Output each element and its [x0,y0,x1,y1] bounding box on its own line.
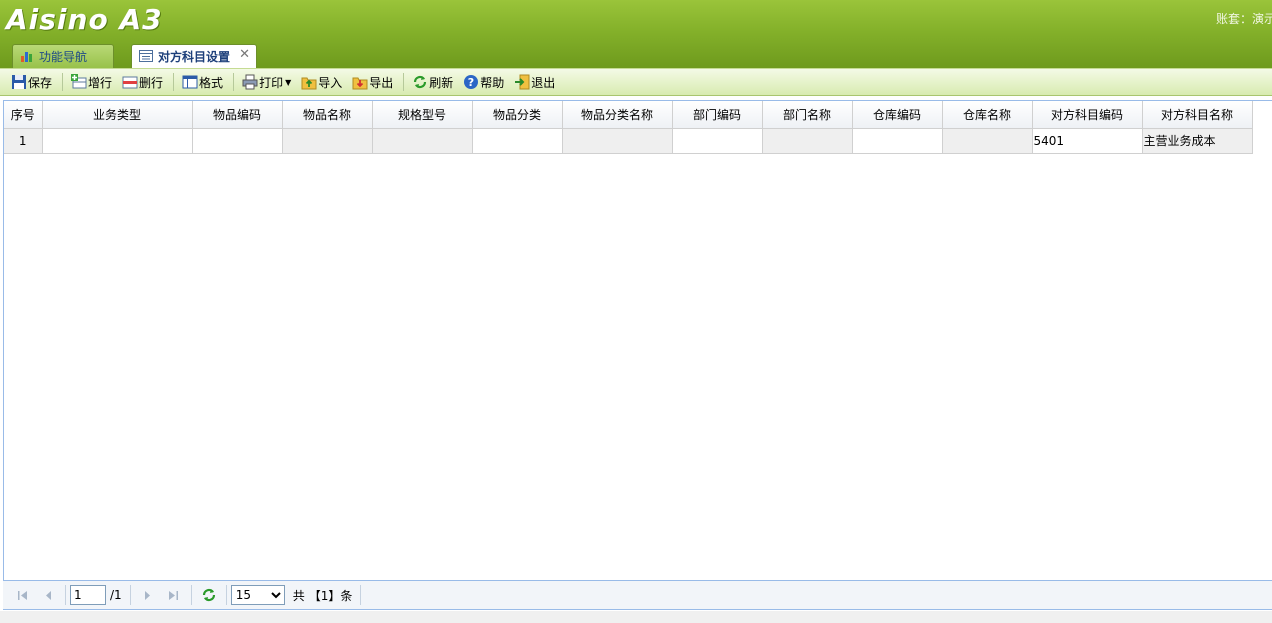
save-button[interactable]: 保存 [8,71,55,93]
export-label: 导出 [369,75,394,90]
format-button[interactable]: 格式 [179,71,226,93]
pager-divider [360,585,362,605]
total-prefix: 共 [292,588,305,603]
app-logo: Aisino A3 [6,3,163,36]
help-button[interactable]: ? 帮助 [460,71,507,93]
exit-icon [515,74,530,90]
pager-divider [129,585,131,605]
toolbar-divider [62,73,64,91]
page-number-input[interactable] [70,585,106,605]
printer-icon [242,74,258,90]
table-row: 1 5401 主营业务成本 [4,128,1253,154]
import-button[interactable]: 导入 [298,71,345,93]
delete-row-label: 删行 [139,75,164,90]
pager-divider [225,585,227,605]
column-header[interactable]: 仓库名称 [942,101,1033,129]
data-grid: 序号 业务类型 物品编码 物品名称 规格型号 物品分类 物品分类名称 部门编码 … [3,100,1272,580]
account-label: 账套：演示 [1216,12,1272,26]
row-number-cell: 1 [4,128,43,154]
tab-contra-account-settings[interactable]: 对方科目设置 ✕ [131,44,257,69]
column-header[interactable]: 部门编码 [672,101,763,129]
contra-account-name-cell: 主营业务成本 [1142,128,1253,154]
column-header[interactable]: 对方科目名称 [1142,101,1253,129]
column-header[interactable]: 仓库编码 [852,101,943,129]
svg-text:?: ? [468,76,474,89]
app-header: Aisino A3 账套：演示 功能导航 对方科目设置 ✕ [0,0,1272,69]
contra-account-table: 序号 业务类型 物品编码 物品名称 规格型号 物品分类 物品分类名称 部门编码 … [4,101,1253,154]
warehouse-name-cell [942,128,1033,154]
refresh-icon[interactable] [200,586,218,604]
add-row-button[interactable]: 增行 [68,71,115,93]
table-format-icon [182,75,198,89]
column-header[interactable]: 规格型号 [372,101,473,129]
item-category-name-cell [562,128,673,154]
format-label: 格式 [199,75,224,90]
column-header[interactable]: 物品名称 [282,101,373,129]
refresh-icon [414,75,427,89]
total-count: 【1】 [308,588,341,603]
refresh-button[interactable]: 刷新 [409,71,456,93]
total-suffix: 条 [340,588,353,603]
toolbar-divider [403,73,405,91]
table-header-row: 序号 业务类型 物品编码 物品名称 规格型号 物品分类 物品分类名称 部门编码 … [4,101,1253,129]
save-icon [12,75,26,89]
tab-label: 功能导航 [39,50,88,64]
chart-icon [21,52,32,62]
delete-row-button[interactable]: 删行 [119,71,166,93]
export-icon [352,77,368,90]
add-row-icon [71,74,87,89]
toolbar-divider [173,73,175,91]
pager-divider [65,585,66,605]
tab-function-nav[interactable]: 功能导航 [12,44,114,68]
last-page-icon[interactable] [165,586,183,604]
refresh-label: 刷新 [429,75,454,90]
status-strip [0,611,1272,623]
print-label: 打印 [259,75,284,90]
print-button[interactable]: 打印 ▼ [239,71,294,93]
toolbar: 保存 增行 删行 格式 打印 ▼ 导入 导出 刷新 ? 帮助 退出 [0,68,1272,96]
page-total: /1 [110,588,122,602]
warehouse-code-cell[interactable] [852,128,943,154]
column-header[interactable]: 物品分类名称 [562,101,673,129]
import-label: 导入 [318,75,343,90]
page-size-select[interactable]: 15 [230,585,285,605]
item-category-cell[interactable] [472,128,563,154]
spec-model-cell [372,128,473,154]
pager-divider [190,585,192,605]
add-row-label: 增行 [88,75,113,90]
grid-icon [139,50,153,62]
help-label: 帮助 [480,75,505,90]
column-header[interactable]: 物品编码 [192,101,283,129]
exit-label: 退出 [531,75,556,90]
import-icon [301,77,317,90]
item-name-cell [282,128,373,154]
delete-row-icon [122,76,138,89]
column-header[interactable]: 序号 [4,101,43,129]
department-name-cell [762,128,853,154]
column-header[interactable]: 对方科目编码 [1032,101,1143,129]
exit-button[interactable]: 退出 [511,71,558,93]
column-header[interactable]: 物品分类 [472,101,563,129]
help-icon: ? [464,75,479,89]
column-header[interactable]: 业务类型 [42,101,193,129]
pagination-bar: /1 15 共 【1】 条 [3,580,1272,610]
previous-page-icon[interactable] [39,586,57,604]
tab-bar: 功能导航 对方科目设置 ✕ [0,42,1272,69]
export-button[interactable]: 导出 [349,71,396,93]
column-header[interactable]: 部门名称 [762,101,853,129]
item-code-cell[interactable] [192,128,283,154]
save-label: 保存 [28,75,53,90]
department-code-cell[interactable] [672,128,763,154]
tab-label: 对方科目设置 [158,50,231,64]
next-page-icon[interactable] [139,586,157,604]
business-type-cell[interactable] [42,128,193,154]
toolbar-divider [233,73,235,91]
contra-account-code-cell[interactable]: 5401 [1032,128,1143,154]
close-tab-icon[interactable]: ✕ [239,47,250,62]
first-page-icon[interactable] [13,586,31,604]
chevron-down-icon: ▼ [285,77,292,87]
